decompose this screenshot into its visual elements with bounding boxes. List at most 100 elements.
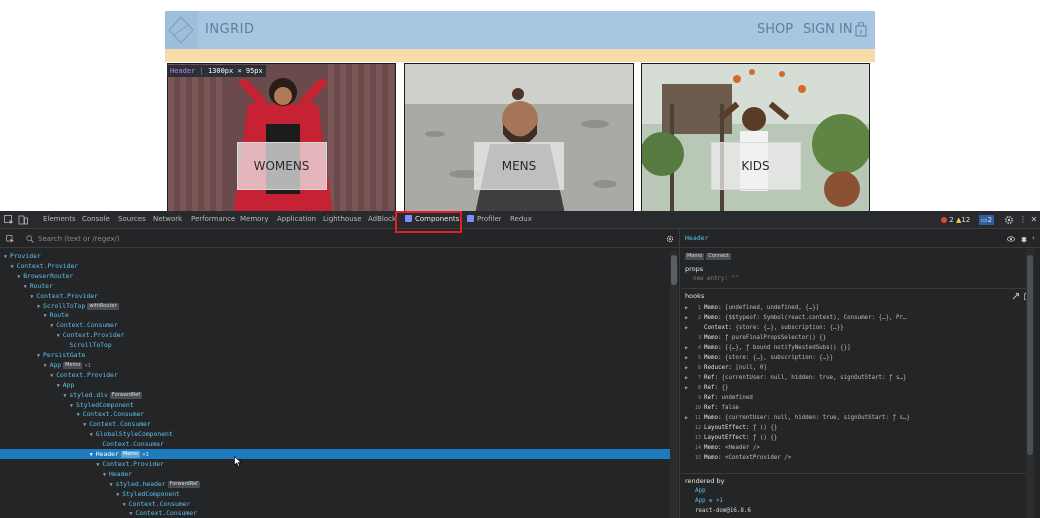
tree-node[interactable]: ▼ Router [0, 281, 670, 291]
tree-scrollbar[interactable] [670, 251, 678, 518]
hook-row[interactable]: ▶ 4 Memo: [{…}, ƒ bound notifyNestedSubs()… [685, 343, 1025, 353]
tree-node[interactable]: Context.Consumer [0, 439, 670, 449]
settings-gear-icon[interactable] [1004, 215, 1014, 225]
eye-icon[interactable] [1007, 235, 1015, 243]
message-counter[interactable]: ▭2 [979, 215, 995, 225]
close-devtools-icon[interactable]: ✕ [1029, 215, 1039, 225]
tree-node[interactable]: ▼ Header Memo ×1 [0, 449, 670, 459]
tree-node[interactable]: ▼ Context.Provider [0, 291, 670, 301]
tree-node[interactable]: ▼ Context.Provider [0, 370, 670, 380]
category-tile-kids[interactable]: KIDS [641, 63, 870, 213]
hook-index: 15 [694, 455, 701, 461]
hook-row[interactable]: 15 Memo: <ContextProvider /> [685, 453, 1025, 463]
tree-node[interactable]: ▼ Context.Consumer [0, 419, 670, 429]
hook-row[interactable]: 3 Memo: ƒ pureFinalPropsSelector() {} [685, 333, 1025, 343]
hook-row[interactable]: 9 Ref: undefined [685, 393, 1025, 403]
tree-node[interactable]: ▼ styled.div ForwardRef [0, 390, 670, 400]
connect-badge: Connect [706, 253, 732, 260]
tab-redux[interactable]: Redux [510, 211, 532, 229]
hook-value: ƒ () {} [752, 435, 778, 441]
hook-row[interactable]: 10 Ref: false [685, 403, 1025, 413]
tab-performance[interactable]: Performance [191, 211, 235, 229]
tree-node[interactable]: ▼ Context.Consumer [0, 499, 670, 509]
hook-row[interactable]: ▶ 8 Ref: {} [685, 383, 1025, 393]
hook-row[interactable]: ▶ Context: {store: {…}, subscription: {…}… [685, 323, 1025, 333]
view-source-icon[interactable]: ‹ [1032, 234, 1040, 242]
tree-node[interactable]: ▼ styled.header ForwardRef [0, 479, 670, 489]
more-options-icon[interactable]: ⋮ [1018, 215, 1028, 225]
hook-name: Memo: [704, 315, 722, 321]
tree-node[interactable]: ScrollToTop [0, 340, 670, 350]
nav-shop-link[interactable]: SHOP [757, 22, 793, 37]
render-count: ×1 [142, 452, 149, 458]
category-tile-mens[interactable]: MENS [404, 63, 634, 213]
hook-value: <ContextProvider /> [724, 455, 792, 461]
rendered-by-app-memo[interactable]: App ≡ ×1 [695, 498, 723, 504]
hook-row[interactable]: ▶ 11 Memo: {currentUser: null, hidden: tru… [685, 413, 1025, 423]
hook-name: Memo: [704, 335, 722, 341]
tree-node[interactable]: ▼ Context.Provider [0, 459, 670, 469]
hook-row[interactable]: ▶ 6 Reducer: [null, 0] [685, 363, 1025, 373]
hook-row[interactable]: 14 Memo: <Header /> [685, 443, 1025, 453]
props-section-title: props [685, 265, 704, 273]
hook-row[interactable]: ▶ 5 Memo: {store: {…}, subscription: {…}} [685, 353, 1025, 363]
tab-network[interactable]: Network [153, 211, 182, 229]
tree-node-label: Context.Consumer [128, 499, 191, 508]
hook-row[interactable]: 12 LayoutEffect: ƒ () {} [685, 423, 1025, 433]
tree-node[interactable]: ▼ Context.Provider [0, 261, 670, 271]
tree-node[interactable]: ▼ Header [0, 469, 670, 479]
hook-name: Ref: [704, 385, 718, 391]
tree-node-label: GlobalStyleComponent [95, 430, 173, 439]
hook-value: [{…}, ƒ bound notifyNestedSubs() {}] [724, 345, 851, 351]
tree-node[interactable]: ▼ Provider [0, 251, 670, 261]
bug-icon[interactable] [1020, 235, 1028, 243]
hook-row[interactable]: ▶ 7 Ref: {currentUser: null, hidden: true,… [685, 373, 1025, 383]
tab-lighthouse[interactable]: Lighthouse [323, 211, 362, 229]
tree-node[interactable]: ▼ BrowserRouter [0, 271, 670, 281]
expand-arrow-icon[interactable]: ▶ [685, 323, 691, 333]
error-counter[interactable]: 2 ▲12 [941, 215, 970, 225]
inspect-element-icon[interactable] [4, 215, 14, 225]
tab-adblock[interactable]: AdBlock [368, 211, 396, 229]
tree-node[interactable]: ▼ ScrollToTop withRouter [0, 301, 670, 311]
tab-memory[interactable]: Memory [240, 211, 268, 229]
tree-settings-gear-icon[interactable] [666, 235, 674, 243]
tree-node[interactable]: ▼ App [0, 380, 670, 390]
category-tile-womens[interactable]: WOMENS [167, 63, 396, 213]
rendered-by-react-dom: react-dom@16.8.6 [695, 508, 751, 514]
crown-logo-icon[interactable] [165, 11, 198, 49]
tree-scrollbar-thumb[interactable] [671, 255, 677, 285]
tree-node[interactable]: ▼ App Memo ×1 [0, 360, 670, 370]
inspector-scrollbar-thumb[interactable] [1027, 255, 1033, 455]
device-toolbar-icon[interactable] [18, 215, 28, 225]
tree-node[interactable]: ▼ Route [0, 310, 670, 320]
tree-node[interactable]: ▼ PersistGate [0, 350, 670, 360]
inspector-scrollbar[interactable] [1026, 249, 1034, 518]
hook-row[interactable]: 13 LayoutEffect: ƒ () {} [685, 433, 1025, 443]
tab-elements[interactable]: Elements [43, 211, 76, 229]
tab-profiler[interactable]: Profiler [467, 211, 502, 229]
tree-node[interactable]: ▼ Context.Consumer [0, 320, 670, 330]
parse-hook-names-icon[interactable] [1012, 292, 1020, 300]
tree-node[interactable]: ▼ Context.Provider [0, 330, 670, 340]
tab-console[interactable]: Console [82, 211, 110, 229]
shopping-bag-icon[interactable]: 0 [855, 22, 867, 37]
hook-row[interactable]: ▶ 2 Memo: {$$typeof: Symbol(react.context)… [685, 313, 1025, 323]
hook-value: {} [721, 385, 729, 391]
tree-node[interactable]: ▼ StyledComponent [0, 400, 670, 410]
tree-node[interactable]: ▼ Context.Consumer [0, 409, 670, 419]
tree-node[interactable]: ▼ GlobalStyleComponent [0, 429, 670, 439]
rendered-by-app[interactable]: App [695, 488, 705, 494]
tree-node[interactable]: ▼ StyledComponent [0, 489, 670, 499]
nav-sign-in-link[interactable]: SIGN IN [803, 22, 853, 37]
tab-sources[interactable]: Sources [118, 211, 146, 229]
tree-node[interactable]: ▼ Context.Consumer [0, 508, 670, 518]
new-prop-entry[interactable]: new entry: "" [693, 276, 738, 282]
component-search-input[interactable] [38, 233, 638, 245]
tab-application[interactable]: Application [277, 211, 316, 229]
hook-index: 9 [697, 395, 701, 401]
select-element-icon[interactable] [6, 235, 14, 243]
component-tree: ▼ Provider ▼ Context.Provider ▼ BrowserRouter… [0, 251, 670, 518]
hook-row[interactable]: ▶ 1 Memo: [undefined, undefined, {…}] [685, 303, 1025, 313]
hook-name: Reducer: [704, 365, 732, 371]
